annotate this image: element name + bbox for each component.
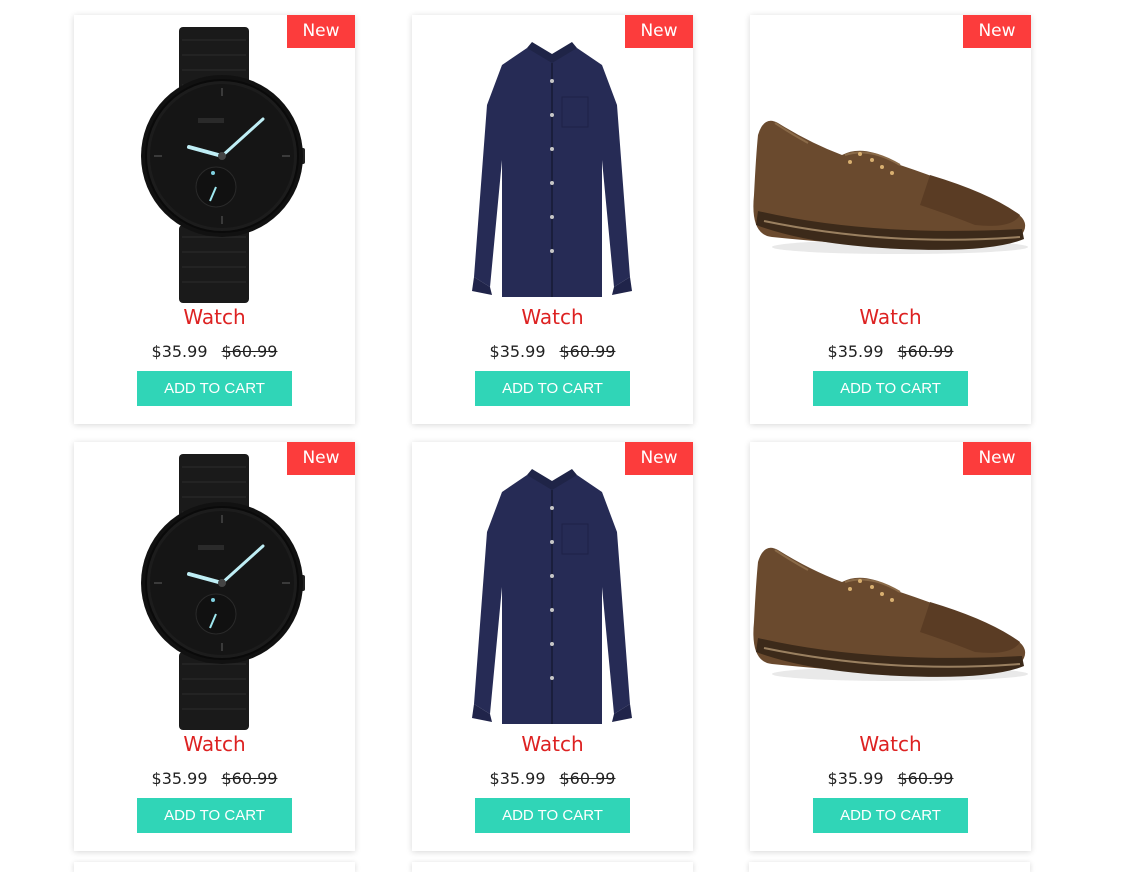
- product-title[interactable]: Watch: [74, 305, 355, 329]
- price-row: $35.99 $60.99: [750, 342, 1031, 361]
- product-image[interactable]: [412, 442, 693, 734]
- new-badge: New: [287, 15, 355, 48]
- add-to-cart-button[interactable]: ADD TO CART: [137, 371, 292, 406]
- product-image[interactable]: [74, 442, 355, 734]
- add-to-cart-button[interactable]: ADD TO CART: [813, 371, 968, 406]
- shirt-image: [472, 469, 632, 724]
- current-price: $35.99: [151, 342, 208, 361]
- watch-image: [141, 454, 305, 730]
- next-row-card: [749, 862, 1030, 872]
- shirt-image: [472, 42, 632, 297]
- add-to-cart-button[interactable]: ADD TO CART: [137, 798, 292, 833]
- product-card[interactable]: New Watch $35.99 $60.99 ADD TO CART: [74, 442, 355, 851]
- product-grid: New Watch $35.99 $60.99 ADD TO CART New …: [74, 15, 1031, 851]
- price-row: $35.99 $60.99: [74, 769, 355, 788]
- product-image[interactable]: [750, 15, 1031, 307]
- current-price: $35.99: [151, 769, 208, 788]
- next-row-card: [74, 862, 355, 872]
- product-title[interactable]: Watch: [750, 305, 1031, 329]
- shoe-image: [753, 120, 1028, 254]
- price-row: $35.99 $60.99: [412, 342, 693, 361]
- add-to-cart-button[interactable]: ADD TO CART: [475, 371, 630, 406]
- product-image[interactable]: [74, 15, 355, 307]
- product-image[interactable]: [750, 442, 1031, 734]
- current-price: $35.99: [489, 342, 546, 361]
- new-badge: New: [625, 442, 693, 475]
- product-title[interactable]: Watch: [74, 732, 355, 756]
- price-row: $35.99 $60.99: [750, 769, 1031, 788]
- product-image[interactable]: [412, 15, 693, 307]
- current-price: $35.99: [827, 769, 884, 788]
- product-card[interactable]: New Watch $35.99 $60.99 ADD TO CART: [74, 15, 355, 424]
- product-title[interactable]: Watch: [412, 305, 693, 329]
- product-card[interactable]: New Watch $35.99 $60.99 ADD TO CART: [750, 442, 1031, 851]
- watch-image: [141, 27, 305, 303]
- product-card[interactable]: New Watch $35.99 $60.99 ADD TO CART: [412, 15, 693, 424]
- add-to-cart-button[interactable]: ADD TO CART: [813, 798, 968, 833]
- product-title[interactable]: Watch: [412, 732, 693, 756]
- new-badge: New: [287, 442, 355, 475]
- new-badge: New: [625, 15, 693, 48]
- original-price: $60.99: [897, 342, 954, 361]
- new-badge: New: [963, 15, 1031, 48]
- original-price: $60.99: [559, 769, 616, 788]
- current-price: $35.99: [827, 342, 884, 361]
- shoe-image: [753, 547, 1028, 681]
- current-price: $35.99: [489, 769, 546, 788]
- product-title[interactable]: Watch: [750, 732, 1031, 756]
- original-price: $60.99: [221, 769, 278, 788]
- price-row: $35.99 $60.99: [74, 342, 355, 361]
- product-card[interactable]: New Watch $35.99 $60.99 ADD TO CART: [750, 15, 1031, 424]
- price-row: $35.99 $60.99: [412, 769, 693, 788]
- add-to-cart-button[interactable]: ADD TO CART: [475, 798, 630, 833]
- next-row-card: [412, 862, 693, 872]
- new-badge: New: [963, 442, 1031, 475]
- product-card[interactable]: New Watch $35.99 $60.99 ADD TO CART: [412, 442, 693, 851]
- original-price: $60.99: [221, 342, 278, 361]
- original-price: $60.99: [559, 342, 616, 361]
- original-price: $60.99: [897, 769, 954, 788]
